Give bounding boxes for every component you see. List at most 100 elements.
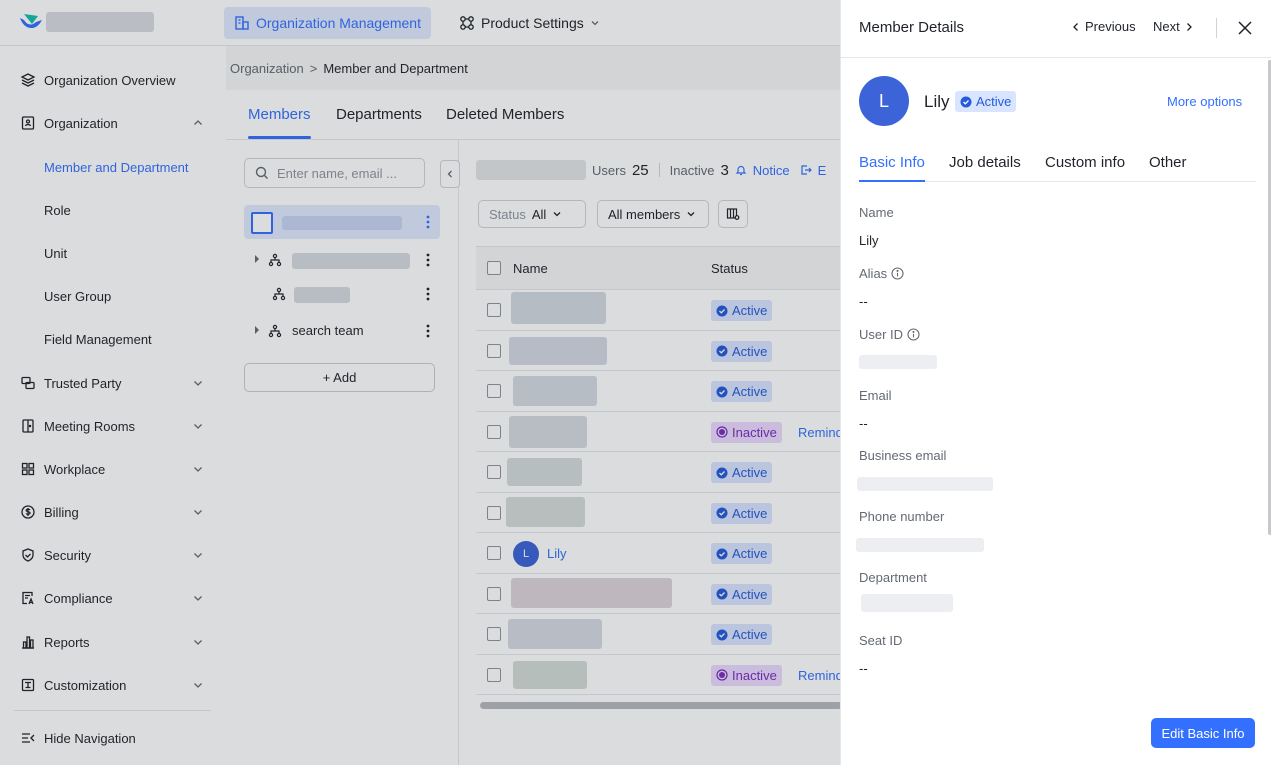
tab-organization-management[interactable]: Organization Management [224,7,431,39]
chevron-down-icon [190,677,206,693]
row-checkbox[interactable] [487,303,501,317]
hide-navigation-button[interactable]: Hide Navigation [0,718,226,758]
department-search-input[interactable]: Enter name, email ... [244,158,425,188]
inactive-dot-icon [716,669,728,681]
row-checkbox[interactable] [487,424,501,439]
breadcrumb-root[interactable]: Organization [230,61,304,76]
more-vertical-icon[interactable] [422,214,434,230]
remind-link[interactable]: Remind [798,425,843,440]
export-link[interactable]: E [818,163,827,178]
sidebar-item-compliance[interactable]: Compliance [0,578,226,618]
sidebar-item-billing[interactable]: Billing [0,492,226,532]
sidebar-item-field-management[interactable]: Field Management [0,319,226,359]
column-header-name[interactable]: Name [513,261,548,276]
tab-product-settings[interactable]: Product Settings [449,7,610,39]
status-filter[interactable]: Status All [478,200,586,228]
table-row[interactable]: Inactive Remind [476,412,843,452]
row-checkbox[interactable] [487,546,501,560]
add-department-button[interactable]: + Add [244,363,435,392]
more-options-link[interactable]: More options [1167,94,1242,109]
column-header-status[interactable]: Status [711,261,748,276]
tree-item[interactable] [244,243,440,277]
search-icon [255,166,269,180]
table-row[interactable]: Active [476,290,840,331]
more-vertical-icon[interactable] [422,252,434,268]
info-icon[interactable] [891,267,904,280]
column-settings-button[interactable] [718,200,748,228]
table-row[interactable]: Active [476,371,840,412]
sidebar-item-organization-overview[interactable]: Organization Overview [0,60,226,100]
sidebar-item-label: Field Management [44,331,152,347]
table-row[interactable]: Active [476,574,840,614]
row-checkbox[interactable] [487,627,501,641]
sidebar-item-workplace[interactable]: Workplace [0,449,226,489]
next-button[interactable]: Next [1153,19,1194,34]
row-checkbox[interactable] [487,343,501,358]
row-checkbox[interactable] [487,586,501,601]
notice-link[interactable]: Notice [753,163,790,178]
member-details-drawer: Member Details Previous Next L Lily Acti… [840,0,1271,765]
org-badge-icon [20,115,36,131]
breadcrumb: Organization > Member and Department [226,46,840,90]
more-vertical-icon[interactable] [422,323,434,339]
sidebar-item-meeting-rooms[interactable]: Meeting Rooms [0,406,226,446]
field-label-department: Department [859,570,927,585]
row-checkbox[interactable] [487,505,501,520]
users-label: Users [592,162,626,178]
sidebar-item-member-and-department[interactable]: Member and Department [0,147,226,187]
status-badge: Inactive [711,421,782,443]
hide-navigation-label: Hide Navigation [44,730,136,746]
member-name-redacted [509,336,607,365]
org-name-redacted [46,12,154,32]
close-icon[interactable] [1235,18,1255,38]
org-name-redacted [282,216,402,230]
row-checkbox[interactable] [487,384,501,398]
table-row[interactable]: Active [476,493,840,533]
next-label: Next [1153,19,1180,34]
tab-custom-info[interactable]: Custom info [1045,154,1125,171]
tree-item-search-team[interactable]: search team [244,314,440,348]
info-icon[interactable] [907,328,920,341]
status-text: Active [732,303,768,318]
previous-label: Previous [1085,19,1136,34]
members-filter[interactable]: All members [597,200,709,228]
sidebar-item-reports[interactable]: Reports [0,622,226,662]
sidebar-item-role[interactable]: Role [0,190,226,230]
tab-departments[interactable]: Departments [336,106,422,123]
sidebar-item-organization[interactable]: Organization [0,103,226,143]
tab-job-details[interactable]: Job details [949,154,1021,171]
tree-item-root[interactable] [244,205,440,239]
status-badge: Active [711,300,773,321]
tab-deleted-members[interactable]: Deleted Members [446,106,564,123]
select-all-checkbox[interactable] [487,261,501,275]
caret-right-icon [254,326,260,334]
previous-button[interactable]: Previous [1071,19,1136,34]
tree-item[interactable] [244,277,440,311]
tab-members[interactable]: Members [248,106,311,123]
row-checkbox[interactable] [487,667,501,682]
status-badge: Active [711,624,773,645]
sidebar-item-user-group[interactable]: User Group [0,276,226,316]
table-row[interactable]: Active [476,614,840,655]
field-label-text: Name [859,205,894,220]
sidebar-item-customization[interactable]: Customization [0,665,226,705]
edit-basic-info-button[interactable]: Edit Basic Info [1151,718,1255,748]
horizontal-scrollbar[interactable] [480,702,842,709]
table-row[interactable]: Inactive Remind [476,655,843,695]
member-name-link[interactable]: Lily [547,546,567,561]
status-badge: Active [711,462,773,483]
sidebar-item-unit[interactable]: Unit [0,233,226,273]
sidebar-item-label: Reports [44,634,90,650]
tab-basic-info[interactable]: Basic Info [859,154,925,171]
table-row[interactable]: Active [476,331,840,371]
table-row[interactable]: Active [476,452,840,493]
more-vertical-icon[interactable] [422,286,434,302]
remind-link[interactable]: Remind [798,668,843,683]
sidebar-item-trusted-party[interactable]: Trusted Party [0,363,226,403]
collapse-panel-button[interactable] [440,160,460,188]
table-row-lily[interactable]: L Lily Active [476,533,840,574]
tab-other[interactable]: Other [1149,154,1187,171]
row-checkbox[interactable] [487,465,501,479]
sidebar-item-security[interactable]: Security [0,535,226,575]
drawer-header: Member Details Previous Next [841,0,1271,58]
